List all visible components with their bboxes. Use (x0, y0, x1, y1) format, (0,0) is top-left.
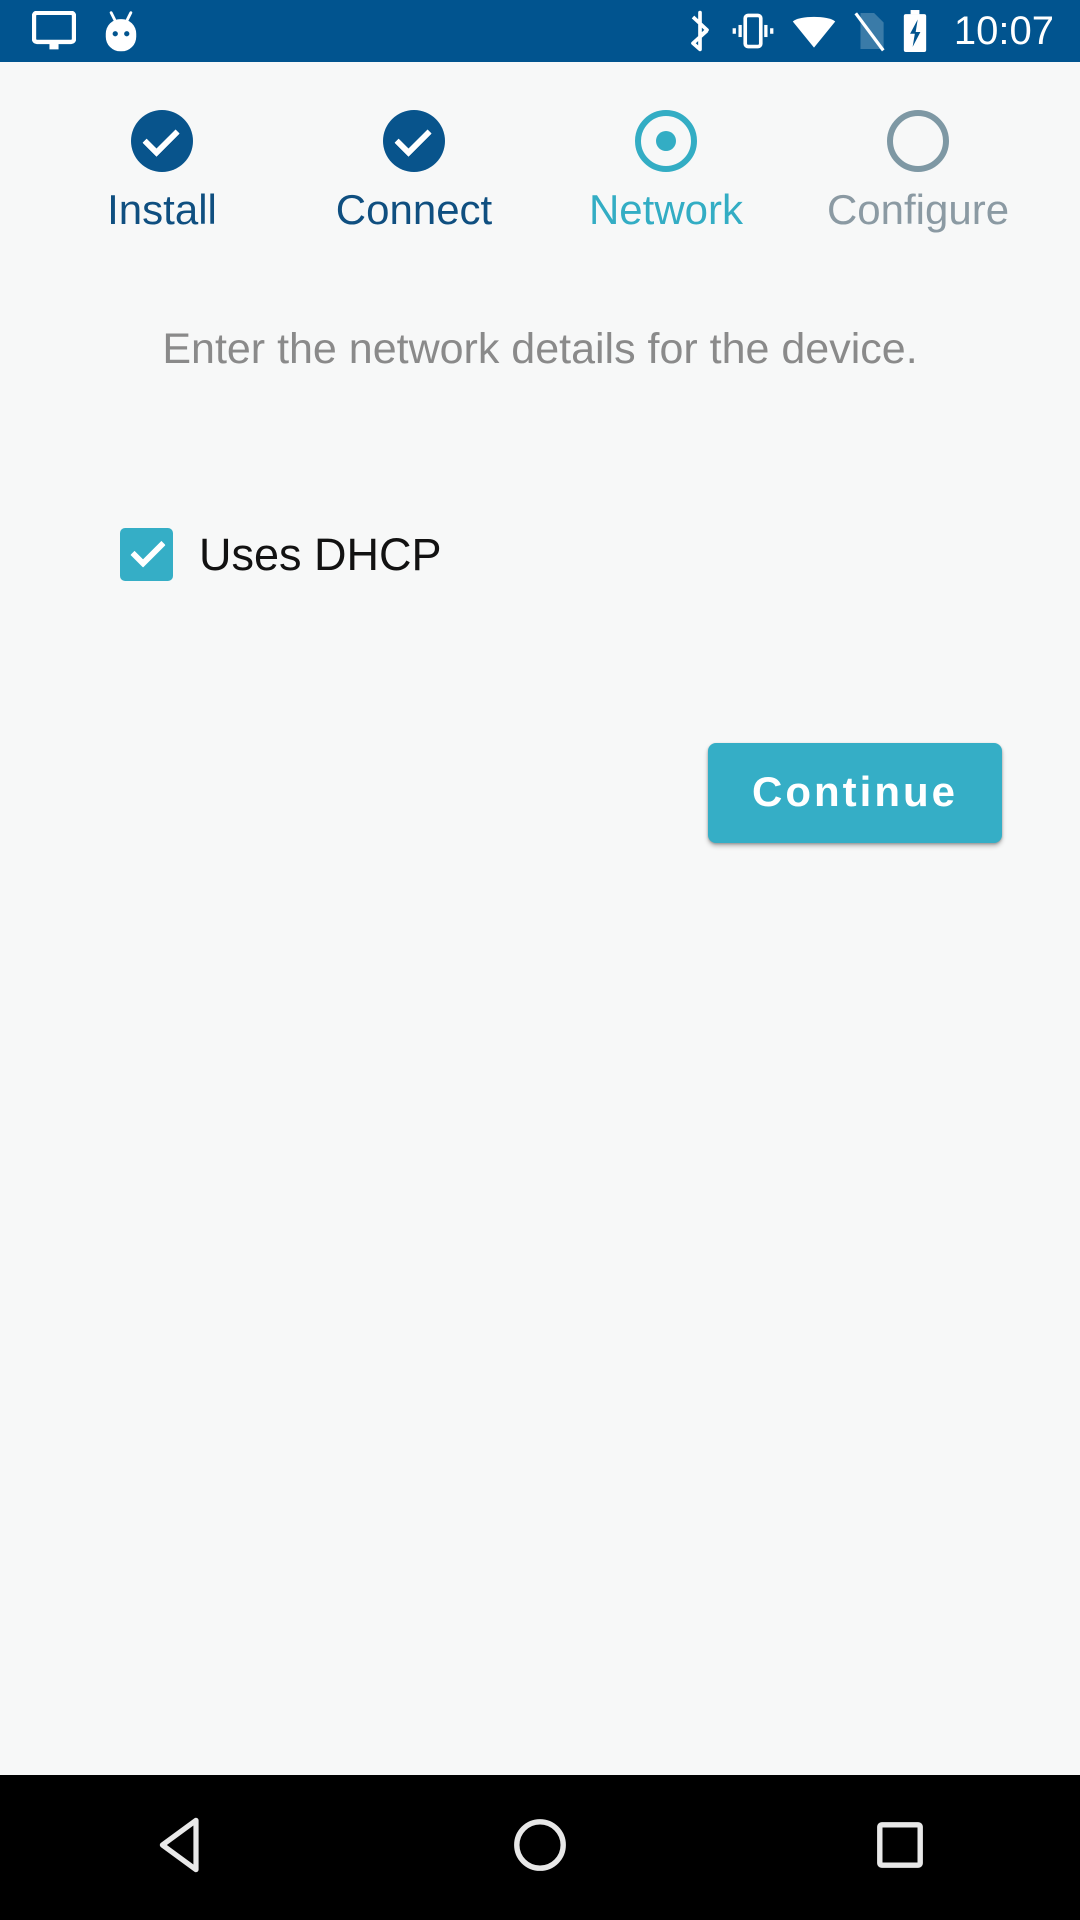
dhcp-checkbox[interactable] (120, 527, 173, 581)
wifi-icon (791, 13, 837, 49)
nav-home-button[interactable] (450, 1775, 630, 1920)
action-button-row: Continue (40, 742, 1040, 843)
step-configure[interactable]: Configure (792, 110, 1044, 232)
step-network-label: Network (588, 186, 744, 233)
step-network-marker-current-icon (635, 110, 697, 172)
status-bar-clock: 10:07 (953, 9, 1054, 53)
main-content: Enter the network details for the device… (0, 324, 1080, 843)
setup-stepper: Install Connect Network Configure (0, 62, 1080, 232)
nav-recents-button[interactable] (810, 1775, 990, 1920)
step-connect-marker-check-icon (383, 110, 445, 172)
recents-square-icon (875, 1820, 925, 1875)
vibrate-mode-icon (730, 12, 776, 50)
step-install[interactable]: Install (36, 110, 288, 232)
step-install-marker-check-icon (131, 110, 193, 172)
back-triangle-icon (154, 1816, 206, 1879)
android-mascot-icon (102, 9, 140, 53)
step-connect[interactable]: Connect (288, 110, 540, 232)
android-navigation-bar (0, 1775, 1080, 1920)
status-bar-right-icons: 10:07 (685, 9, 1054, 53)
instruction-text: Enter the network details for the device… (162, 325, 918, 374)
dhcp-checkbox-row[interactable]: Uses DHCP (120, 527, 442, 581)
home-circle-icon (512, 1817, 568, 1878)
nav-back-button[interactable] (90, 1775, 270, 1920)
battery-charging-icon (901, 9, 929, 53)
cast-screen-icon (31, 10, 77, 51)
step-configure-marker-empty-icon (887, 110, 949, 172)
step-network[interactable]: Network (540, 110, 792, 232)
bluetooth-icon (685, 10, 715, 52)
no-sim-icon (852, 10, 886, 52)
status-bar-left-icons (31, 9, 140, 53)
step-install-label: Install (107, 186, 217, 233)
step-connect-label: Connect (335, 186, 493, 233)
dhcp-checkbox-label: Uses DHCP (199, 528, 442, 580)
status-bar: 10:07 (0, 0, 1080, 62)
continue-button[interactable]: Continue (708, 742, 1002, 843)
step-configure-label: Configure (826, 186, 1010, 233)
